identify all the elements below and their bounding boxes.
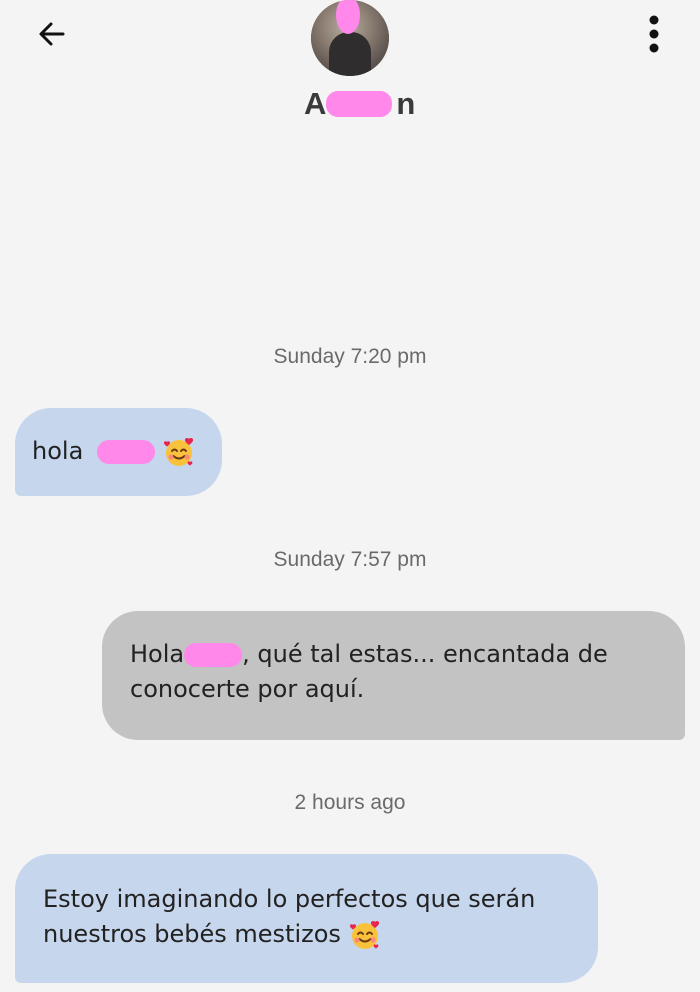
arrow-left-icon [39,22,65,46]
contact-avatar[interactable] [311,0,389,76]
message-text: nuestros bebés mestizos [43,920,341,948]
message-timestamp: Sunday 7:57 pm [273,548,427,571]
incoming-message-bubble[interactable]: Estoy imaginando lo perfectos que serán … [15,854,598,983]
redaction-mark [96,440,155,464]
message-timestamp: Sunday 7:20 pm [273,345,427,368]
avatar-figure [329,32,371,76]
contact-name-tail: n [396,86,416,121]
message-line: nuestros bebés mestizos [43,917,598,952]
message-line: Hola , qué tal estas... encantada de [130,637,685,672]
message-line: Estoy imaginando lo perfectos que serán [43,885,536,913]
redaction-mark [184,643,243,667]
outgoing-message-bubble[interactable]: Hola , qué tal estas... encantada de cono… [102,611,685,740]
chat-header: A n [0,0,700,130]
more-vertical-icon [649,15,659,53]
message-text: Hola [130,640,185,668]
smiling-face-with-hearts-icon [349,919,381,951]
incoming-message-bubble[interactable]: hola [15,408,222,496]
contact-name-initial: A [304,86,327,121]
message-text: hola [32,437,84,465]
message-line: conocerte por aquí. [130,675,365,703]
message-timestamp: 2 hours ago [294,791,406,814]
back-button[interactable] [30,12,74,56]
message-text: , qué tal estas... encantada de [242,640,608,668]
more-options-button[interactable] [632,12,676,56]
smiling-face-with-hearts-icon [163,436,195,468]
contact-name[interactable]: A n [304,86,415,122]
name-redaction-mark [326,91,392,117]
